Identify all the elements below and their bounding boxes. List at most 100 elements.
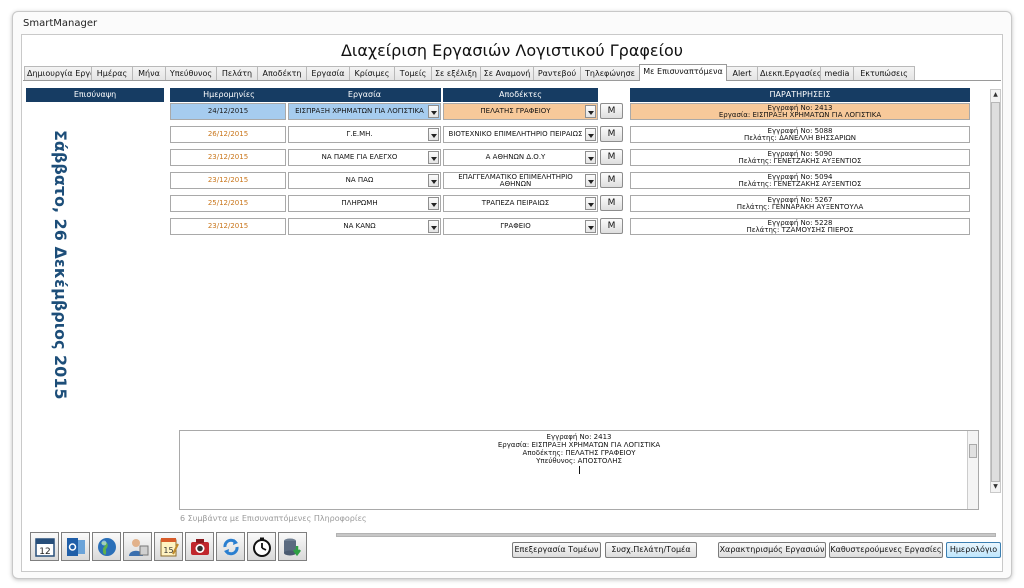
- tab-7[interactable]: Κρίσιμες: [349, 66, 395, 81]
- scroll-thumb[interactable]: [991, 102, 1000, 482]
- edit-sectors-button[interactable]: Επεξεργασία Τομέων: [512, 542, 601, 558]
- row-recipient-select[interactable]: ΠΕΛΑΤΗΣ ΓΡΑΦΕΙΟΥ: [443, 103, 598, 120]
- status-text: 6 Συμβάντα με Επισυναπτόμενες Πληροφορίε…: [180, 514, 367, 523]
- tab-5[interactable]: Αποδέκτη: [257, 66, 307, 81]
- tab-6[interactable]: Εργασία: [306, 66, 350, 81]
- row-recipient-text: ΒΙΟΤΕΧΝΙΚΟ ΕΠΙΜΕΛΗΤΗΡΙΟ ΠΕΙΡΑΙΩΣ: [448, 130, 583, 138]
- tab-0[interactable]: Δημιουργία Εργασιών: [24, 66, 92, 81]
- chevron-down-icon[interactable]: [428, 128, 439, 141]
- row-m-button[interactable]: M: [600, 195, 623, 211]
- row-date-text: 25/12/2015: [207, 199, 249, 207]
- tab-8[interactable]: Τομείς: [394, 66, 432, 81]
- tab-16[interactable]: media: [820, 66, 854, 81]
- tab-15[interactable]: Διεκπ.Εργασίες: [757, 66, 821, 81]
- row-date[interactable]: 23/12/2015: [170, 172, 286, 189]
- row-date[interactable]: 26/12/2015: [170, 126, 286, 143]
- database-export-button[interactable]: [278, 532, 307, 561]
- chevron-down-icon[interactable]: [585, 220, 596, 233]
- row-work-text: ΝΑ ΚΑΝΩ: [343, 222, 376, 230]
- row-recipient-select[interactable]: Α ΑΘΗΝΩΝ Δ.Ο.Υ: [443, 149, 598, 166]
- scroll-down-icon[interactable]: ▼: [991, 482, 1000, 492]
- main-area: Διαχείριση Εργασιών Λογιστικού Γραφείου …: [21, 34, 1003, 572]
- chevron-down-icon[interactable]: [428, 174, 439, 187]
- chevron-down-icon[interactable]: [428, 105, 439, 118]
- refresh-icon: [222, 538, 239, 555]
- chevron-down-icon[interactable]: [585, 197, 596, 210]
- outlook-button[interactable]: [61, 532, 90, 561]
- detail-scroll-thumb[interactable]: [969, 444, 977, 458]
- text-cursor: [578, 466, 580, 474]
- chevron-down-icon[interactable]: [428, 197, 439, 210]
- globe-button[interactable]: [92, 532, 121, 561]
- chevron-down-icon[interactable]: [585, 128, 596, 141]
- chevron-down-icon[interactable]: [585, 105, 596, 118]
- row-recipient-select[interactable]: ΤΡΑΠΕΖΑ ΠΕΙΡΑΙΩΣ: [443, 195, 598, 212]
- timer-icon: [252, 537, 271, 557]
- detail-scrollbar[interactable]: [967, 431, 978, 509]
- row-date[interactable]: 25/12/2015: [170, 195, 286, 212]
- app-window: SmartManager Διαχείριση Εργασιών Λογιστι…: [12, 11, 1012, 579]
- row-date[interactable]: 23/12/2015: [170, 218, 286, 235]
- link-client-sector-button[interactable]: Συσχ.Πελάτη/Τομέα: [605, 542, 697, 558]
- row-m-button[interactable]: M: [600, 172, 623, 188]
- grid-scrollbar[interactable]: ▲ ▼: [990, 89, 1001, 493]
- refresh-button[interactable]: [216, 532, 245, 561]
- timer-button[interactable]: [247, 532, 276, 561]
- notepad-button[interactable]: 15: [154, 532, 183, 561]
- chevron-down-icon[interactable]: [585, 151, 596, 164]
- row-recipient-select[interactable]: ΒΙΟΤΕΧΝΙΚΟ ΕΠΙΜΕΛΗΤΗΡΙΟ ΠΕΙΡΑΙΩΣ: [443, 126, 598, 143]
- row-m-button[interactable]: M: [600, 126, 623, 142]
- row-work-select[interactable]: ΝΑ ΠΑΩ: [288, 172, 441, 189]
- row-recipient-text: ΕΠΑΓΓΕΛΜΑΤΙΚΟ ΕΠΙΜΕΛΗΤΗΡΙΟ ΑΘΗΝΩΝ: [458, 172, 573, 188]
- tab-4[interactable]: Πελάτη: [216, 66, 258, 81]
- outlook-icon: [66, 537, 85, 556]
- scroll-up-icon[interactable]: ▲: [991, 90, 1000, 100]
- chevron-down-icon[interactable]: [428, 220, 439, 233]
- row-date-text: 26/12/2015: [207, 130, 249, 138]
- row-work-select[interactable]: ΠΛΗΡΩΜΗ: [288, 195, 441, 212]
- row-work-select[interactable]: ΕΙΣΠΡΑΞΗ ΧΡΗΜΑΤΩΝ ΓΙΑ ΛΟΓΙΣΤΙΚΑ: [288, 103, 441, 120]
- users-button[interactable]: [123, 532, 152, 561]
- row-work-text: Γ.Ε.ΜΗ.: [346, 130, 373, 138]
- row-work-text: ΝΑ ΠΑΜΕ ΓΙΑ ΕΛΕΓΧΟ: [321, 153, 398, 161]
- row-recipient-select[interactable]: ΓΡΑΦΕΙΟ: [443, 218, 598, 235]
- camera-button[interactable]: [185, 532, 214, 561]
- row-date[interactable]: 23/12/2015: [170, 149, 286, 166]
- row-m-button[interactable]: M: [600, 218, 623, 234]
- row-work-select[interactable]: ΝΑ ΠΑΜΕ ΓΙΑ ΕΛΕΓΧΟ: [288, 149, 441, 166]
- characterize-works-button[interactable]: Χαρακτηρισμός Εργασιών: [718, 542, 826, 558]
- icon-toolbar: 12 15: [30, 532, 307, 561]
- calendar-view-button[interactable]: Ημερολόγιο: [946, 542, 1001, 558]
- notepad-day: 15: [163, 546, 173, 555]
- tab-9[interactable]: Σε εξέλιξη: [431, 66, 481, 81]
- row-work-select[interactable]: ΝΑ ΚΑΝΩ: [288, 218, 441, 235]
- overdue-works-button[interactable]: Καθυστερούμενες Εργασίες: [829, 542, 943, 558]
- row-m-button[interactable]: M: [600, 103, 623, 119]
- chevron-down-icon[interactable]: [585, 174, 596, 187]
- detail-textarea[interactable]: Εγγραφή Νο: 2413 Εργασία: ΕΙΣΠΡΑΞΗ ΧΡΗΜΑ…: [179, 430, 979, 510]
- tab-2[interactable]: Μήνα: [132, 66, 166, 81]
- tab-12[interactable]: Τηλεφώνησε: [580, 66, 640, 81]
- row-date-text: 23/12/2015: [207, 153, 249, 161]
- header-recipients: Αποδέκτες: [443, 88, 598, 102]
- row-m-button[interactable]: M: [600, 149, 623, 165]
- tab-10[interactable]: Σε Αναμονή: [480, 66, 534, 81]
- chevron-down-icon[interactable]: [428, 151, 439, 164]
- tab-1[interactable]: Ημέρας: [91, 66, 133, 81]
- row-recipient-select[interactable]: ΕΠΑΓΓΕΛΜΑΤΙΚΟ ΕΠΙΜΕΛΗΤΗΡΙΟ ΑΘΗΝΩΝ: [443, 172, 598, 189]
- tab-11[interactable]: Ραντεβού: [533, 66, 581, 81]
- notepad-icon: 15: [160, 537, 179, 556]
- row-note-line-2: Πελάτης: ΤΖΑΜΟΥΣΗΣ ΠΙΕΡΟΣ: [746, 225, 854, 234]
- tab-17[interactable]: Εκτυπώσεις: [853, 66, 915, 81]
- row-work-select[interactable]: Γ.Ε.ΜΗ.: [288, 126, 441, 143]
- calendar-button[interactable]: 12: [30, 532, 59, 561]
- row-date-text: 23/12/2015: [207, 176, 249, 184]
- detail-line-4: Υπεύθυνος: ΑΠΟΣΤΟΛΗΣ: [536, 457, 622, 465]
- tab-14[interactable]: Alert: [726, 66, 758, 81]
- row-work-text: ΠΛΗΡΩΜΗ: [341, 199, 378, 207]
- detail-line-3: Αποδέκτης: ΠΕΛΑΤΗΣ ΓΡΑΦΕΙΟΥ: [522, 449, 636, 457]
- row-date[interactable]: 24/12/2015: [170, 103, 286, 120]
- tab-13[interactable]: Με Επισυναπτόμενα: [639, 64, 727, 81]
- row-note: Εγγραφή Νο: 5267 Πελάτης: ΓΕΝΝΑΡΑΚΗ ΑΥΞΕ…: [630, 195, 970, 212]
- tab-3[interactable]: Υπεύθυνος: [165, 66, 217, 81]
